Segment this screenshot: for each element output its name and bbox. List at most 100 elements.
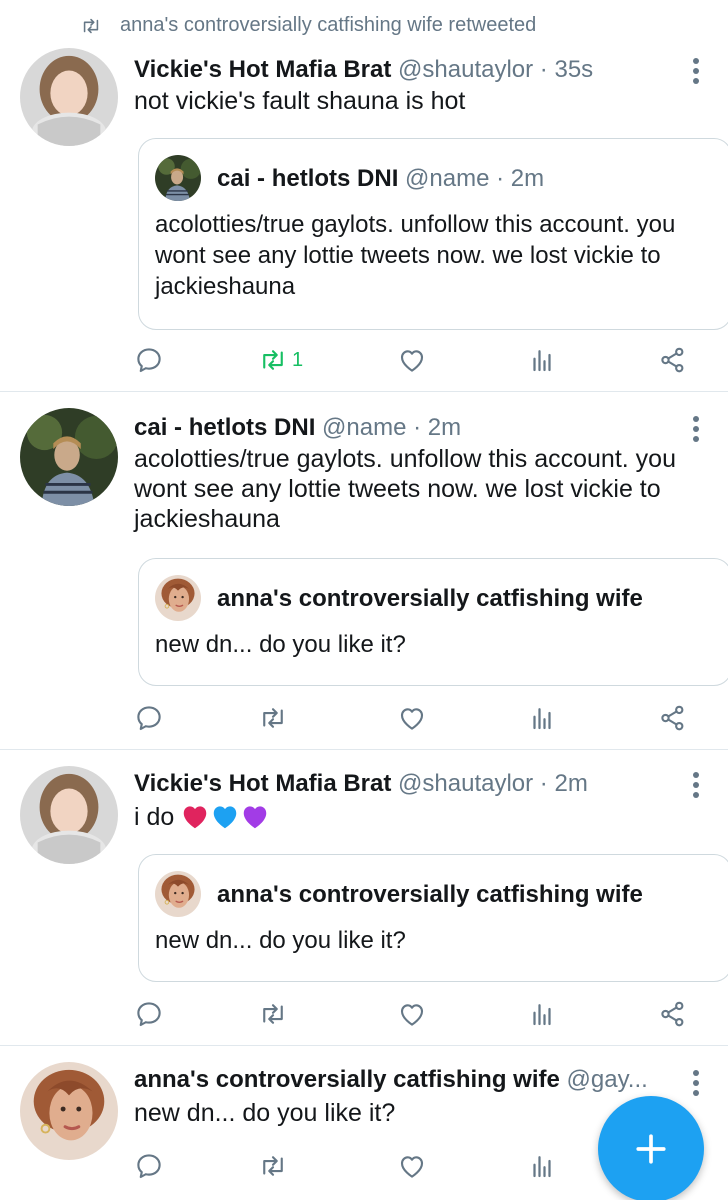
display-name[interactable]: Vickie's Hot Mafia Brat: [134, 56, 391, 83]
more-vertical-icon[interactable]: [684, 1068, 708, 1098]
tweet[interactable]: anna's controversially catfishing wife r…: [0, 0, 728, 392]
reply-button[interactable]: [134, 994, 164, 1034]
avatar[interactable]: [20, 766, 118, 864]
plus-icon: [636, 1134, 666, 1164]
display-name: anna's controversially catfishing wife: [217, 585, 643, 612]
quoted-tweet-header: cai - hetlots DNI @name · 2m: [217, 165, 691, 193]
avatar[interactable]: [155, 575, 201, 621]
handle: @name: [405, 165, 490, 192]
more-vertical-icon[interactable]: [684, 770, 708, 800]
retweet-button[interactable]: [258, 994, 288, 1034]
display-name[interactable]: cai - hetlots DNI: [134, 414, 315, 441]
analytics-button[interactable]: [527, 1146, 557, 1186]
heart-emoji-icon: [180, 802, 210, 832]
retweet-button[interactable]: 1: [258, 340, 303, 380]
share-icon: [658, 703, 688, 733]
like-button[interactable]: [397, 698, 427, 738]
analytics-icon: [527, 703, 557, 733]
reply-icon: [134, 703, 164, 733]
reply-icon: [134, 345, 164, 375]
retweet-icon: [258, 1151, 288, 1181]
avatar[interactable]: [20, 408, 118, 506]
retweet-icon: [258, 703, 288, 733]
reply-button[interactable]: [134, 698, 164, 738]
separator-dot: ·: [413, 414, 422, 441]
tweet-actions: [0, 994, 728, 1034]
heart-emoji-group: [180, 802, 270, 832]
handle[interactable]: @shautaylor: [398, 56, 533, 83]
timestamp[interactable]: 35s: [554, 56, 593, 83]
retweet-banner-text: anna's controversially catfishing wife r…: [120, 14, 537, 36]
retweet-count: 1: [292, 348, 304, 371]
retweet-icon: [258, 345, 288, 375]
handle[interactable]: @shautaylor: [398, 770, 533, 797]
avatar[interactable]: [20, 48, 118, 146]
quoted-tweet-text: acolotties/true gaylots. unfollow this a…: [155, 211, 676, 300]
retweet-button[interactable]: [258, 1146, 288, 1186]
separator-dot: ·: [539, 56, 548, 83]
analytics-button[interactable]: [527, 698, 557, 738]
display-name: anna's controversially catfishing wife: [217, 881, 643, 908]
timestamp[interactable]: 2m: [428, 414, 461, 441]
timestamp[interactable]: 2m: [554, 770, 587, 797]
quoted-tweet[interactable]: cai - hetlots DNI @name · 2m acolotties/…: [138, 138, 728, 330]
tweet[interactable]: Vickie's Hot Mafia Brat @shautaylor · 2m…: [0, 750, 728, 1046]
display-name[interactable]: anna's controversially catfishing wife: [134, 1066, 560, 1093]
heart-emoji-icon: [240, 802, 270, 832]
tweet-text: not vickie's fault shauna is hot: [134, 87, 466, 115]
analytics-button[interactable]: [527, 340, 557, 380]
separator-dot: ·: [496, 165, 505, 192]
quoted-tweet-text: new dn... do you like it?: [155, 927, 406, 954]
reply-button[interactable]: [134, 1146, 164, 1186]
retweet-icon: [258, 999, 288, 1029]
avatar[interactable]: [155, 155, 201, 201]
reply-button[interactable]: [134, 340, 164, 380]
reply-icon: [134, 1151, 164, 1181]
like-button[interactable]: [397, 340, 427, 380]
share-button[interactable]: [658, 340, 688, 380]
heart-icon: [397, 345, 427, 375]
analytics-icon: [527, 999, 557, 1029]
retweet-button[interactable]: [258, 698, 288, 738]
like-button[interactable]: [397, 994, 427, 1034]
tweet-header: anna's controversially catfishing wife @…: [134, 1066, 676, 1094]
retweet-icon: [78, 15, 104, 37]
analytics-button[interactable]: [527, 994, 557, 1034]
heart-icon: [397, 1151, 427, 1181]
handle[interactable]: @gay...: [567, 1066, 648, 1093]
share-icon: [658, 345, 688, 375]
retweet-banner[interactable]: anna's controversially catfishing wife r…: [78, 14, 536, 37]
quoted-tweet-header: anna's controversially catfishing wife: [217, 585, 691, 613]
separator-dot: ·: [539, 770, 548, 797]
tweet-text-row: i do: [134, 802, 708, 832]
quoted-tweet-text: new dn... do you like it?: [155, 631, 406, 658]
tweet-header: Vickie's Hot Mafia Brat @shautaylor · 35…: [134, 56, 676, 84]
share-icon: [658, 999, 688, 1029]
tweet-text: i do: [134, 803, 175, 831]
tweet[interactable]: cai - hetlots DNI @name · 2m acolotties/…: [0, 392, 728, 750]
share-button[interactable]: [658, 698, 688, 738]
avatar[interactable]: [155, 871, 201, 917]
tweet-actions: [0, 698, 728, 738]
quoted-tweet[interactable]: anna's controversially catfishing wife n…: [138, 558, 728, 686]
tweet-text: acolotties/true gaylots. unfollow this a…: [134, 445, 676, 533]
analytics-icon: [527, 345, 557, 375]
heart-icon: [397, 999, 427, 1029]
more-vertical-icon[interactable]: [684, 414, 708, 444]
tweet-header: cai - hetlots DNI @name · 2m: [134, 414, 676, 442]
handle[interactable]: @name: [322, 414, 406, 441]
compose-tweet-button[interactable]: [598, 1096, 704, 1200]
quoted-tweet[interactable]: anna's controversially catfishing wife n…: [138, 854, 728, 982]
quoted-tweet-header: anna's controversially catfishing wife: [217, 881, 691, 909]
share-button[interactable]: [658, 994, 688, 1034]
heart-icon: [397, 703, 427, 733]
analytics-icon: [527, 1151, 557, 1181]
more-vertical-icon[interactable]: [684, 56, 708, 86]
reply-icon: [134, 999, 164, 1029]
display-name: cai - hetlots DNI: [217, 165, 399, 192]
heart-emoji-icon: [210, 802, 240, 832]
tweet-header: Vickie's Hot Mafia Brat @shautaylor · 2m: [134, 770, 676, 798]
tweet-actions: 1: [0, 340, 728, 380]
display-name[interactable]: Vickie's Hot Mafia Brat: [134, 770, 391, 797]
like-button[interactable]: [397, 1146, 427, 1186]
